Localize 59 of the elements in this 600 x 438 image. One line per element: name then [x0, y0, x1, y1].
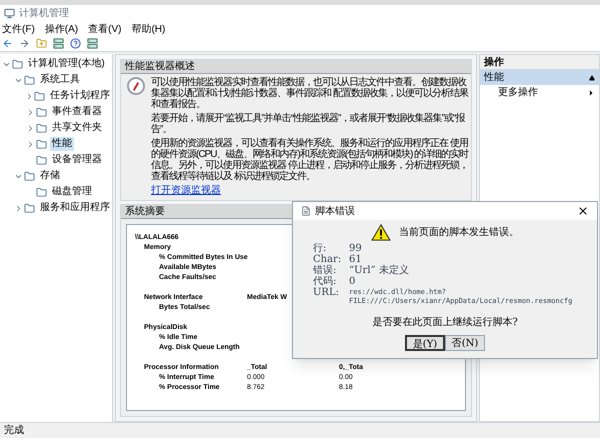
folder-icon — [24, 170, 35, 182]
detail-label: 行: — [313, 244, 328, 254]
detail-label: 错误: — [313, 266, 338, 276]
action-item[interactable]: 更多操作 — [498, 85, 538, 100]
folder-icon — [36, 138, 47, 150]
tree-item[interactable]: 计算机管理(本地) — [26, 57, 107, 71]
tree-item[interactable]: 系统工具 — [38, 73, 82, 87]
description-paragraph: 使用新的资源监视器，可以查看有关操作系统、服务和运行的应用程序正在 使用的硬件资源(CPU、磁盘、网络和内存)和系统资源(包括句柄和模块) 的详细的实时信息。另外，可以使用资源监视器 停止进程，启动和停止服务，分析进程死锁，查看线程等待链以及 标识进程锁定文件。 — [151, 138, 469, 182]
tree-item[interactable]: 事件查看器 — [50, 105, 104, 119]
back-icon[interactable] — [2, 38, 13, 49]
continue-question: 是否要在此页面上继续运行脚本? — [371, 316, 519, 330]
error-message: 当前页面的脚本发生错误。 — [399, 226, 519, 240]
section-header: 性能监视器概述 — [121, 60, 471, 74]
up-folder-icon[interactable] — [36, 38, 47, 49]
resource-monitor-link[interactable]: 打开资源监视器 — [151, 185, 221, 197]
tree-item[interactable]: 服务和应用程序 — [38, 201, 112, 215]
dialog-button[interactable]: 否(N) — [445, 335, 485, 351]
detail-value: 61 — [349, 255, 363, 265]
actions-header: 操作 — [480, 55, 599, 70]
folder-icon — [36, 106, 47, 118]
menu-item[interactable]: 查看(V) — [88, 22, 122, 36]
detail-label: Char: — [313, 255, 342, 265]
computer-icon — [4, 8, 15, 19]
help-icon[interactable] — [70, 38, 81, 49]
status-text: 完成 — [4, 424, 24, 438]
folder-icon — [36, 154, 47, 166]
tree-item[interactable]: 任务计划程序 — [48, 89, 112, 103]
folder-icon — [36, 186, 47, 198]
tree-item[interactable]: 磁盘管理 — [50, 185, 94, 199]
document-icon — [301, 206, 311, 216]
dialog-button[interactable]: 是(Y) — [405, 335, 445, 351]
gauge-icon — [127, 77, 145, 95]
folder-icon — [24, 202, 35, 214]
close-icon[interactable] — [577, 205, 589, 217]
detail-value: “Url” 未定义 — [349, 266, 410, 276]
menu-item[interactable]: 操作(A) — [44, 22, 78, 36]
forward-icon[interactable] — [19, 38, 30, 49]
folder-icon — [34, 90, 45, 102]
warning-icon — [371, 224, 391, 241]
submenu-arrow-icon — [587, 88, 595, 96]
description-paragraph: 可以使用性能监视器实时查看性能数据，也可以从日志文件中查看。创建数据收集器集以配置和计划性能计数器、事件跟踪和 配置数据收集，以便可以分析结果和查看报告。 — [151, 77, 469, 110]
collapse-icon[interactable] — [589, 74, 595, 80]
menu-item[interactable]: 帮助(H) — [131, 22, 166, 36]
actions-section[interactable]: 性能 — [480, 70, 599, 85]
tree-item[interactable]: 共享文件夹 — [50, 121, 104, 135]
menu-item[interactable]: 文件(F) — [2, 22, 35, 36]
dialog-title: 脚本错误 — [315, 204, 356, 218]
folder-icon — [36, 122, 47, 134]
window-title: 计算机管理 — [19, 6, 69, 21]
folder-icon — [24, 74, 35, 86]
detail-value: 0 — [349, 277, 356, 287]
description-paragraph: 若要开始，请展开“监视工具”并单击“性能监视器”，或者展开“数据收集器集”或“报告”。 — [151, 113, 466, 135]
tree-item[interactable]: 性能 — [50, 137, 74, 151]
detail-label: 代码: — [313, 277, 338, 287]
tree-item[interactable]: 存储 — [38, 169, 62, 183]
tree-item[interactable]: 设备管理器 — [50, 153, 104, 167]
detail-value: 99 — [349, 244, 363, 254]
folder-icon — [12, 58, 23, 70]
detail-label: URL: — [313, 288, 340, 300]
